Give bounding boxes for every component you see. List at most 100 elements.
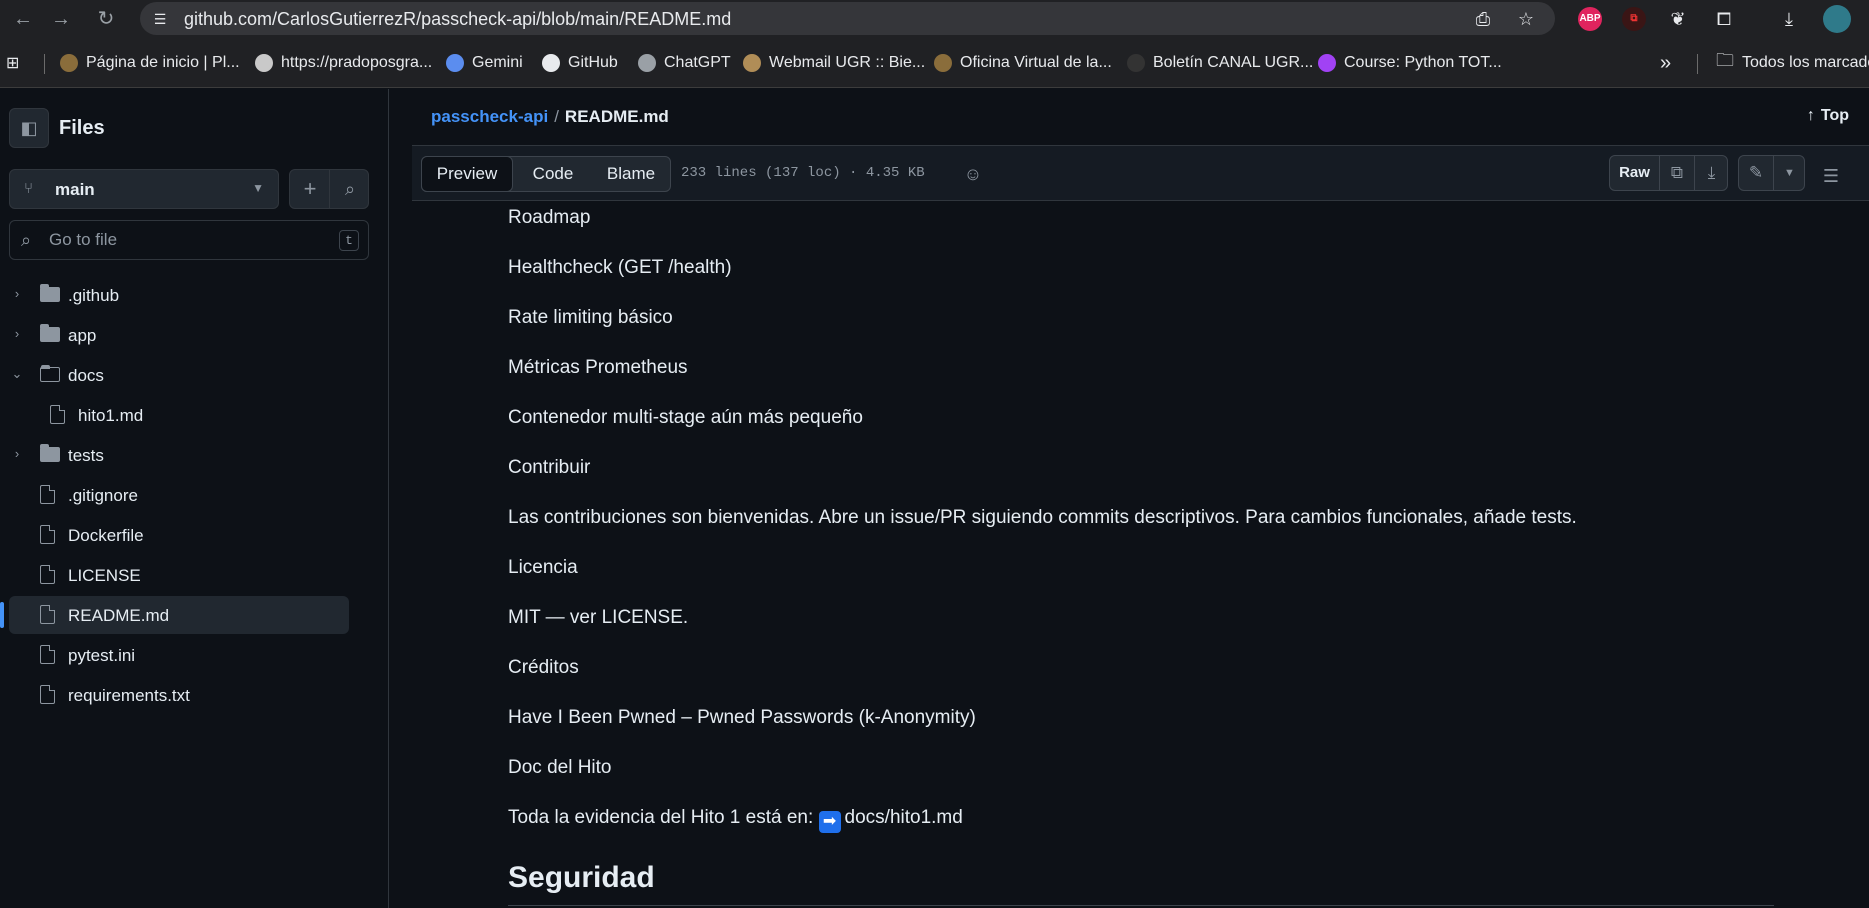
paragraph: Roadmap — [508, 207, 591, 228]
bookmark-star-icon[interactable]: ☆ — [1515, 8, 1537, 30]
paragraph: Have I Been Pwned – Pwned Passwords (k-A… — [508, 707, 976, 728]
tree-item-label: LICENSE — [68, 566, 141, 585]
paragraph: MIT — ver LICENSE. — [508, 607, 689, 628]
bookmark-item[interactable]: Oficina Virtual de la... — [934, 53, 1112, 73]
folder-icon — [40, 324, 60, 342]
go-to-file-box[interactable]: ⌕ t — [9, 220, 369, 260]
tree-item-label: requirements.txt — [68, 686, 190, 705]
paragraph: Créditos — [508, 657, 579, 678]
pdf-extension-icon[interactable]: ⧉ — [1622, 7, 1646, 31]
extensions-puzzle-icon[interactable]: ⧠ — [1711, 6, 1737, 32]
tree-item-pytest[interactable]: pytest.ini — [9, 636, 349, 674]
paragraph: Métricas Prometheus — [508, 357, 688, 378]
chatgpt-icon — [638, 54, 656, 72]
apps-grid-icon[interactable]: ⊞ — [6, 53, 19, 73]
evidence-link[interactable]: docs/hito1.md — [845, 807, 963, 828]
tab-preview[interactable]: Preview — [421, 156, 513, 192]
tree-item-gitignore[interactable]: .gitignore — [9, 476, 349, 514]
forward-icon[interactable]: → — [48, 6, 74, 32]
raw-button[interactable]: Raw — [1610, 156, 1659, 190]
site-info-icon[interactable]: ☰ — [150, 9, 170, 29]
copilot-icon[interactable]: ☺ — [960, 161, 986, 187]
evidence-paragraph: Toda la evidencia del Hito 1 está en: ➡ d… — [508, 807, 963, 833]
back-icon[interactable]: ← — [10, 6, 36, 32]
chevron-right-icon[interactable]: › — [10, 286, 24, 301]
chevron-down-icon: ▼ — [252, 181, 264, 195]
tree-item-label: .gitignore — [68, 486, 138, 505]
tree-item-tests[interactable]: › tests — [9, 436, 349, 474]
url-text[interactable]: github.com/CarlosGutierrezR/passcheck-ap… — [184, 9, 731, 30]
bookmark-item[interactable]: Gemini — [446, 53, 523, 73]
tree-item-license[interactable]: LICENSE — [9, 556, 349, 594]
course-icon — [1318, 54, 1336, 72]
adblock-icon[interactable]: ABP — [1578, 7, 1602, 31]
file-icon — [40, 605, 55, 624]
breadcrumb-separator: / — [554, 107, 559, 126]
bookmark-item[interactable]: GitHub — [542, 53, 618, 73]
edit-group: ✎ ▼ — [1738, 155, 1805, 191]
bookmark-item[interactable]: Boletín CANAL UGR... — [1127, 53, 1313, 73]
tree-item-github[interactable]: › .github — [9, 276, 349, 314]
tree-item-label: README.md — [68, 606, 170, 625]
address-bar[interactable]: ☰ github.com/CarlosGutierrezR/passcheck-… — [140, 2, 1555, 35]
tree-item-readme[interactable]: README.md — [0, 596, 349, 634]
tab-code[interactable]: Code — [514, 157, 592, 191]
add-file-button[interactable]: + — [290, 170, 330, 208]
downloads-icon[interactable]: ⤓ — [1776, 6, 1802, 32]
tree-item-docs[interactable]: ⌄ docs — [9, 356, 349, 394]
repo-link[interactable]: passcheck-api — [431, 107, 548, 126]
search-files-button[interactable]: ⌕ — [330, 170, 370, 208]
top-button[interactable]: ↑ Top — [1807, 107, 1849, 125]
bookmark-favicon — [743, 54, 761, 72]
tab-blame[interactable]: Blame — [592, 157, 670, 191]
chevron-right-icon[interactable]: › — [10, 326, 24, 341]
collapse-sidebar-button[interactable]: ◧ — [9, 108, 49, 148]
bookmark-label: Boletín CANAL UGR... — [1153, 54, 1314, 71]
bookmark-item[interactable]: Página de inicio | Pl... — [60, 53, 240, 73]
bookmark-item[interactable]: https://pradoposgra... — [255, 53, 432, 73]
download-icon[interactable]: ⤓ — [1695, 156, 1728, 190]
go-to-file-input[interactable] — [49, 228, 329, 252]
paragraph: Healthcheck (GET /health) — [508, 257, 732, 278]
browser-toolbar: ← → ↻ ☰ github.com/CarlosGutierrezR/pass… — [0, 0, 1869, 37]
arrow-right-icon: ➡ — [818, 811, 841, 833]
tree-item-app[interactable]: › app — [9, 316, 349, 354]
all-bookmarks-button[interactable]: 🗀 Todos los marcado — [1716, 50, 1869, 73]
file-tree-sidebar: ◧ Files ⑂ main ▼ + ⌕ ⌕ t › .github › app… — [0, 89, 389, 908]
copy-icon[interactable]: ⧉ — [1660, 156, 1694, 190]
file-view: passcheck-api / README.md ↑ Top Preview Cod… — [412, 89, 1869, 908]
profile-avatar[interactable] — [1823, 5, 1851, 33]
bookmark-label: Oficina Virtual de la... — [960, 54, 1112, 71]
folder-icon — [40, 444, 60, 462]
paragraph: Doc del Hito — [508, 757, 612, 778]
bookmark-separator — [44, 54, 45, 74]
outline-list-icon[interactable]: ☰ — [1823, 166, 1839, 187]
file-icon — [40, 525, 55, 544]
all-bookmarks-label: Todos los marcado — [1742, 54, 1869, 71]
paragraph: Licencia — [508, 557, 578, 578]
arrow-up-icon: ↑ — [1806, 107, 1815, 124]
install-app-icon[interactable]: ⎙ — [1472, 8, 1494, 30]
git-branch-icon: ⑂ — [24, 180, 34, 197]
tree-item-requirements[interactable]: requirements.txt — [9, 676, 349, 714]
chevron-down-icon[interactable]: ⌄ — [10, 366, 24, 382]
github-icon — [542, 54, 560, 72]
reload-icon[interactable]: ↻ — [93, 6, 119, 32]
extension-leaf-icon[interactable]: ❦ — [1665, 6, 1691, 32]
folder-icon — [40, 284, 60, 302]
tree-item-hito1[interactable]: hito1.md — [9, 396, 349, 434]
chevron-down-icon[interactable]: ▼ — [1774, 156, 1805, 190]
file-icon — [40, 565, 55, 584]
tree-item-dockerfile[interactable]: Dockerfile — [9, 516, 349, 554]
tree-item-label: .github — [68, 286, 120, 305]
bookmark-item[interactable]: ChatGPT — [638, 53, 731, 73]
chevron-right-icon[interactable]: › — [10, 446, 24, 461]
bookmark-item[interactable]: Webmail UGR :: Bie... — [743, 53, 925, 73]
sidebar-collapse-icon: ◧ — [20, 118, 38, 138]
bookmarks-overflow-button[interactable]: » — [1660, 52, 1671, 74]
file-icon — [40, 485, 55, 504]
branch-selector[interactable]: ⑂ main ▼ — [9, 169, 279, 209]
file-icon — [40, 685, 55, 704]
pencil-icon[interactable]: ✎ — [1739, 156, 1773, 190]
bookmark-item[interactable]: Course: Python TOT... — [1318, 53, 1502, 73]
